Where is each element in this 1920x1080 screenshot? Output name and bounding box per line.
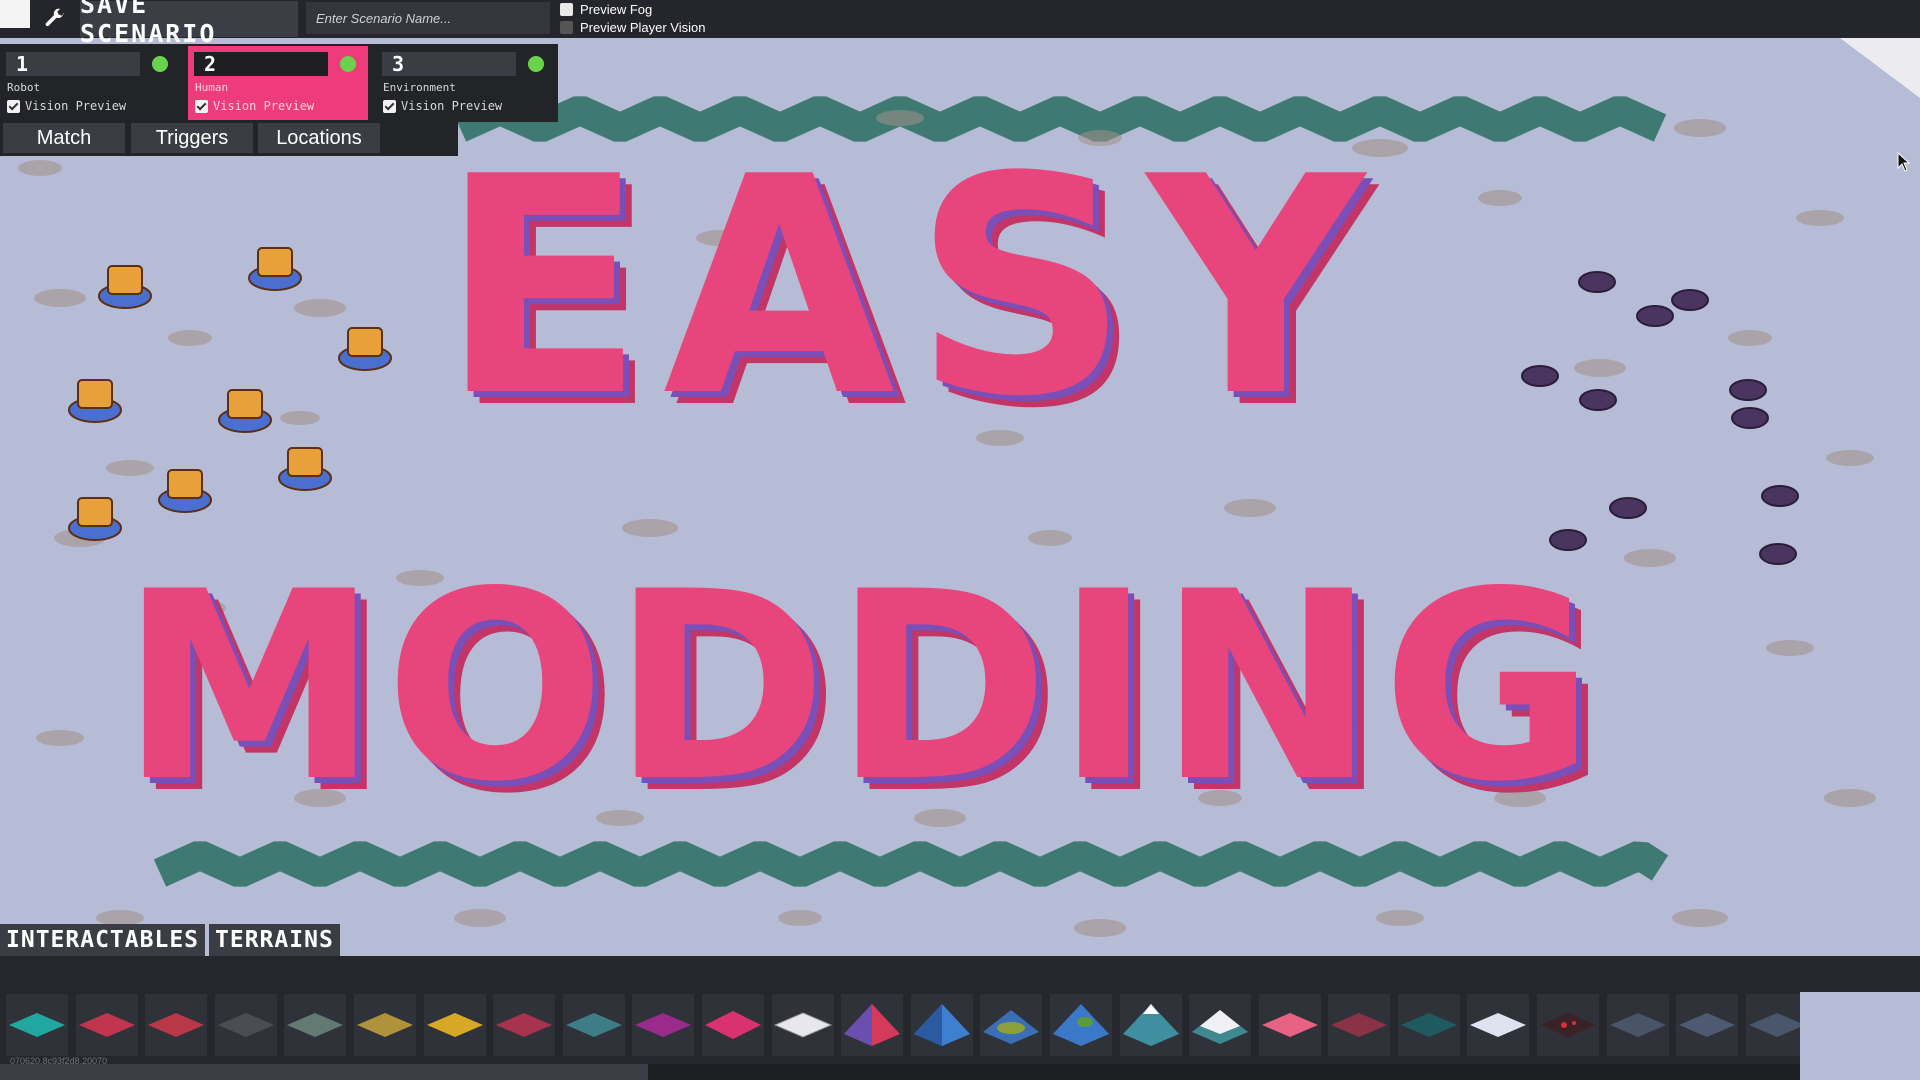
- wrench-icon: [45, 8, 65, 27]
- terrain-tile-purple-rough[interactable]: [632, 994, 695, 1056]
- terrain-tile-teal-rough[interactable]: [562, 994, 625, 1056]
- terrain-tile-red-lava[interactable]: [1537, 994, 1600, 1056]
- player-panel: 1 Robot Vision Preview 2 Human Vision Pr…: [0, 44, 558, 122]
- minimap[interactable]: [1800, 992, 1920, 1080]
- vision-preview-toggle[interactable]: Vision Preview: [383, 99, 502, 113]
- terrain-tile-white-outline[interactable]: [771, 994, 834, 1056]
- map-text-easy: EASY: [440, 113, 1383, 462]
- preview-player-vision-label: Preview Player Vision: [580, 20, 706, 35]
- human-units[interactable]: [1521, 271, 1799, 565]
- terrain-tile-blue-mountain[interactable]: [910, 994, 973, 1056]
- vision-preview-checkbox[interactable]: [7, 99, 20, 113]
- menu-square[interactable]: [0, 0, 30, 28]
- tab-locations[interactable]: Locations: [258, 123, 380, 153]
- save-scenario-button[interactable]: SAVE SCENARIO: [80, 0, 298, 48]
- map-viewport[interactable]: EASY MODDING: [0, 38, 1920, 956]
- water-band-bottom: [153, 841, 1669, 887]
- terrain-tile-list: [6, 994, 1815, 1056]
- preview-fog-toggle[interactable]: Preview Fog: [560, 2, 652, 17]
- scenario-name-input[interactable]: [306, 2, 550, 34]
- terrain-tile-slate[interactable]: [1606, 994, 1669, 1056]
- wrench-button[interactable]: [38, 2, 72, 34]
- player-status-dot[interactable]: [152, 56, 168, 72]
- terrain-tile-grey-green[interactable]: [284, 994, 347, 1056]
- terrain-tile-pink-rough[interactable]: [701, 994, 764, 1056]
- tab-triggers[interactable]: Triggers: [131, 123, 253, 153]
- player-number: 1: [6, 52, 140, 76]
- player-number: 3: [382, 52, 516, 76]
- player-status-dot[interactable]: [528, 56, 544, 72]
- terrain-tile-slate-3[interactable]: [1745, 994, 1808, 1056]
- terrain-tile-white-flat[interactable]: [1467, 994, 1530, 1056]
- player-name: Robot: [7, 81, 41, 94]
- player-card-3[interactable]: 3 Environment Vision Preview: [376, 46, 556, 120]
- terrain-tile-blue-green-mountain[interactable]: [1049, 994, 1112, 1056]
- terrain-tile-yellow[interactable]: [423, 994, 486, 1056]
- preview-fog-checkbox[interactable]: [560, 3, 573, 16]
- player-card-2[interactable]: 2 Human Vision Preview: [188, 46, 368, 120]
- palette-scrollbar-thumb[interactable]: [0, 1064, 648, 1080]
- map-text-modding: MODDING: [120, 537, 1602, 839]
- robot-units[interactable]: [68, 247, 392, 541]
- terrain-tile-teal-water[interactable]: [6, 994, 68, 1056]
- terrain-tile-slate-2[interactable]: [1676, 994, 1739, 1056]
- player-status-dot[interactable]: [340, 56, 356, 72]
- player-name: Environment: [383, 81, 456, 94]
- preview-player-vision-checkbox[interactable]: [560, 21, 573, 34]
- terrain-tile-red-pyramid[interactable]: [841, 994, 904, 1056]
- terrain-tile-dark-teal-flat[interactable]: [1397, 994, 1460, 1056]
- top-toolbar: SAVE SCENARIO Preview Fog Preview Player…: [0, 0, 1920, 48]
- vision-preview-label: Vision Preview: [213, 99, 315, 113]
- terrain-tile-red-2[interactable]: [145, 994, 208, 1056]
- terrain-tile-red[interactable]: [75, 994, 138, 1056]
- terrain-tile-green-blue-mountain[interactable]: [980, 994, 1043, 1056]
- preview-player-vision-toggle[interactable]: Preview Player Vision: [560, 20, 705, 35]
- mouse-cursor-icon: [1897, 151, 1911, 177]
- tab-match[interactable]: Match: [3, 123, 125, 153]
- tab-terrains[interactable]: TERRAINS: [209, 924, 340, 956]
- map-edge: [1840, 38, 1920, 98]
- terrain-tile-magenta-rough[interactable]: [493, 994, 556, 1056]
- vision-preview-label: Vision Preview: [401, 99, 503, 113]
- editor-tabs: Match Triggers Locations: [0, 122, 458, 156]
- terrain-tile-dark-grey[interactable]: [214, 994, 277, 1056]
- palette-tabs: INTERACTABLES TERRAINS: [0, 924, 344, 956]
- preview-fog-label: Preview Fog: [580, 2, 653, 17]
- terrain-tile-teal-mountain[interactable]: [1119, 994, 1182, 1056]
- player-name: Human: [195, 81, 229, 94]
- player-card-1[interactable]: 1 Robot Vision Preview: [0, 46, 180, 120]
- build-id: 070620.8c93f2d8.20070: [10, 1056, 108, 1066]
- player-number: 2: [194, 52, 328, 76]
- terrain-tile-snow-mountain[interactable]: [1189, 994, 1252, 1056]
- vision-preview-toggle[interactable]: Vision Preview: [195, 99, 314, 113]
- vision-preview-label: Vision Preview: [25, 99, 127, 113]
- terrain-tile-pink-flat[interactable]: [1258, 994, 1321, 1056]
- vision-preview-checkbox[interactable]: [383, 99, 396, 113]
- terrain-tile-ochre[interactable]: [353, 994, 416, 1056]
- vision-preview-toggle[interactable]: Vision Preview: [7, 99, 126, 113]
- vision-preview-checkbox[interactable]: [195, 99, 208, 113]
- tab-interactables[interactable]: INTERACTABLES: [0, 924, 206, 956]
- terrain-tile-maroon-flat[interactable]: [1328, 994, 1391, 1056]
